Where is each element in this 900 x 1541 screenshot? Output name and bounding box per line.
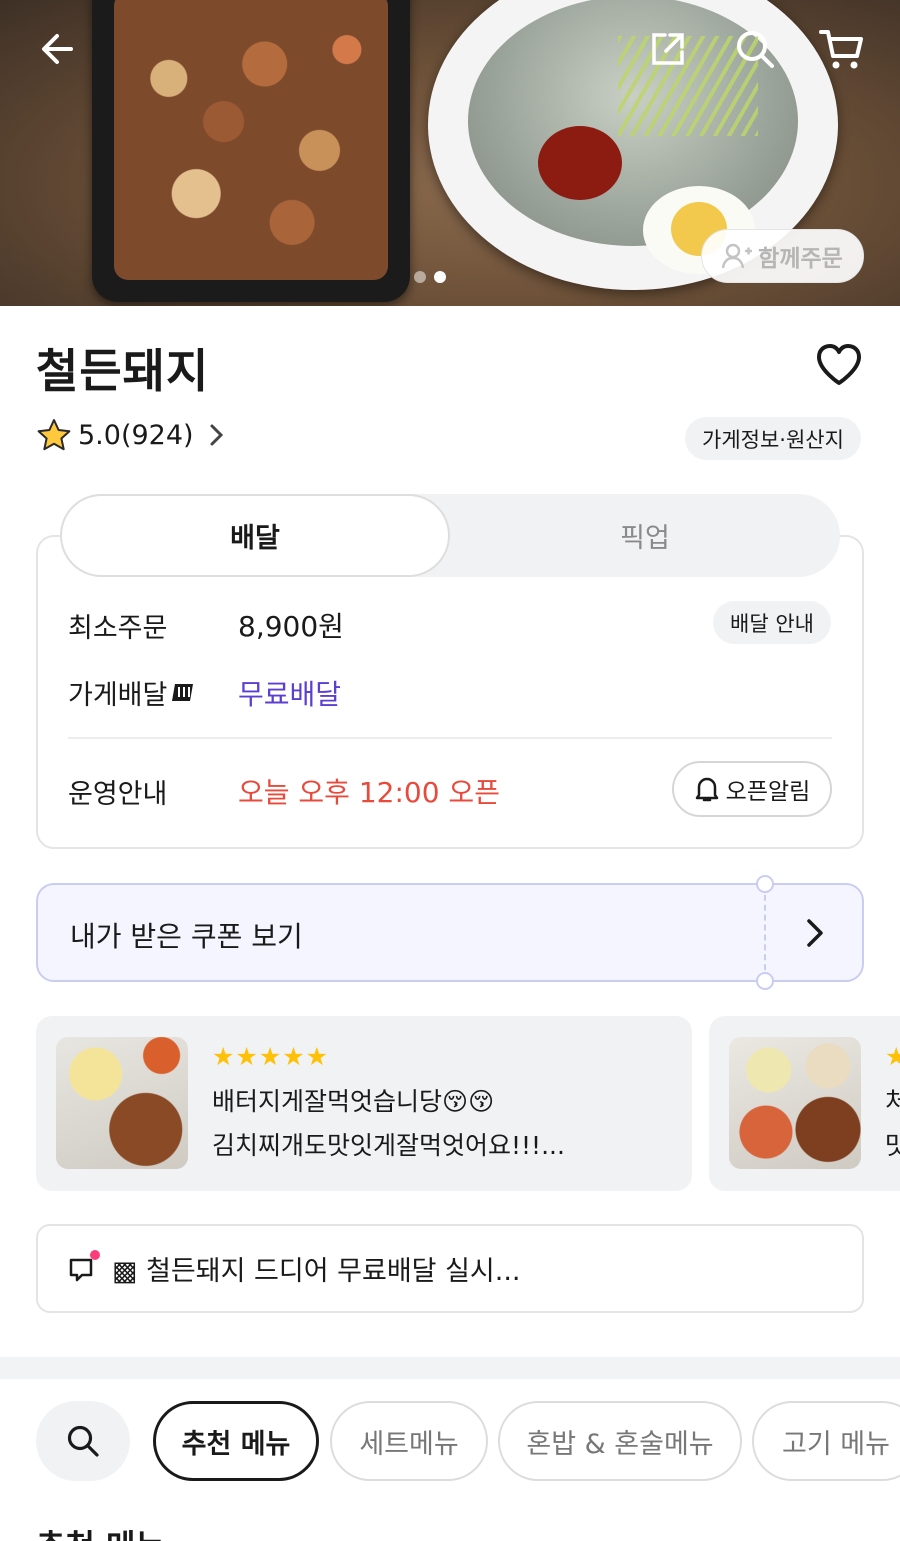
store-delivery-value: 무료배달 [238, 678, 342, 711]
review-stars: ★★★★★ [212, 1042, 330, 1071]
open-alarm-label: 오픈알림 [725, 779, 811, 805]
chevron-right-icon [802, 917, 826, 953]
review-text-line2: 맛 [885, 1131, 900, 1160]
star-icon [37, 419, 71, 451]
store-hero-image[interactable]: 함께주문 [0, 0, 900, 306]
carousel-indicator [414, 271, 446, 283]
review-stars: ★ [885, 1042, 900, 1071]
food-tray-photo [92, 0, 410, 302]
store-name: 철든돼지 [36, 344, 210, 398]
chevron-right-icon [210, 424, 223, 446]
review-photo [56, 1037, 188, 1169]
store-info-button[interactable]: 가게정보·원산지 [685, 417, 861, 460]
search-icon[interactable] [730, 24, 780, 74]
order-type-toggle: 배달 픽업 [60, 494, 840, 577]
open-alarm-button[interactable]: 오픈알림 [672, 761, 832, 817]
delivery-truck-icon [172, 683, 194, 701]
store-delivery-label-group: 가게배달 [68, 673, 199, 712]
back-arrow-icon[interactable] [32, 24, 82, 74]
bell-icon [695, 777, 718, 802]
coupon-divider [764, 885, 766, 980]
min-order-label: 최소주문 [68, 613, 168, 644]
card-divider [68, 737, 832, 739]
tab-pickup[interactable]: 픽업 [450, 494, 840, 577]
review-photo [729, 1037, 861, 1169]
carousel-dot-active [434, 271, 446, 283]
cart-icon[interactable] [816, 24, 866, 74]
notice-text: ▩ 철든돼지 드디어 무료배달 실시... [112, 1256, 521, 1287]
store-delivery-label: 가게배달 [68, 680, 168, 711]
category-tab-set-menu[interactable]: 세트메뉴 [330, 1401, 488, 1481]
min-order-value: 8,900원 [238, 610, 344, 643]
coupon-banner[interactable]: 내가 받은 쿠폰 보기 [36, 875, 864, 990]
store-rating[interactable]: 5.0(924) [36, 418, 226, 452]
review-text-line1: 처 [885, 1087, 900, 1116]
coupon-notch-top [756, 875, 774, 893]
review-card[interactable]: ★★★★★ 배터지게잘먹엇습니당😚😚 김치찌개도맛잇게잘먹엇어요!!!... [36, 1016, 692, 1191]
menu-search-button[interactable] [36, 1401, 130, 1481]
category-tab-recommended[interactable]: 추천 메뉴 [153, 1401, 319, 1481]
notice-icon [68, 1249, 100, 1284]
hours-value: 오늘 오후 12:00 오픈 [238, 776, 500, 809]
hours-label: 운영안내 [68, 779, 168, 810]
rating-value: 5.0(924) [78, 419, 194, 451]
group-order-button[interactable]: 함께주문 [701, 229, 864, 283]
coupon-label: 내가 받은 쿠폰 보기 [70, 920, 303, 953]
review-text-line2: 김치찌개도맛잇게잘먹엇어요!!!... [212, 1131, 565, 1160]
section-title: 추천 메뉴 [36, 1521, 165, 1541]
section-divider [0, 1357, 900, 1379]
store-notice[interactable]: ▩ 철든돼지 드디어 무료배달 실시... [36, 1224, 864, 1313]
review-card[interactable]: ★ 처 맛 [709, 1016, 900, 1191]
share-icon[interactable] [643, 24, 693, 74]
heart-icon[interactable] [815, 342, 863, 388]
group-order-label: 함께주문 [758, 246, 843, 272]
delivery-guide-button[interactable]: 배달 안내 [713, 601, 831, 644]
review-text-line1: 배터지게잘먹엇습니당😚😚 [212, 1087, 495, 1116]
carousel-dot [414, 271, 426, 283]
search-icon [67, 1425, 99, 1457]
category-tab-solo-menu[interactable]: 혼밥 & 혼술메뉴 [498, 1401, 742, 1481]
tab-delivery[interactable]: 배달 [60, 494, 450, 577]
add-person-icon [722, 243, 753, 269]
coupon-notch-bottom [756, 972, 774, 990]
category-tab-meat-menu[interactable]: 고기 메뉴 [752, 1401, 900, 1481]
